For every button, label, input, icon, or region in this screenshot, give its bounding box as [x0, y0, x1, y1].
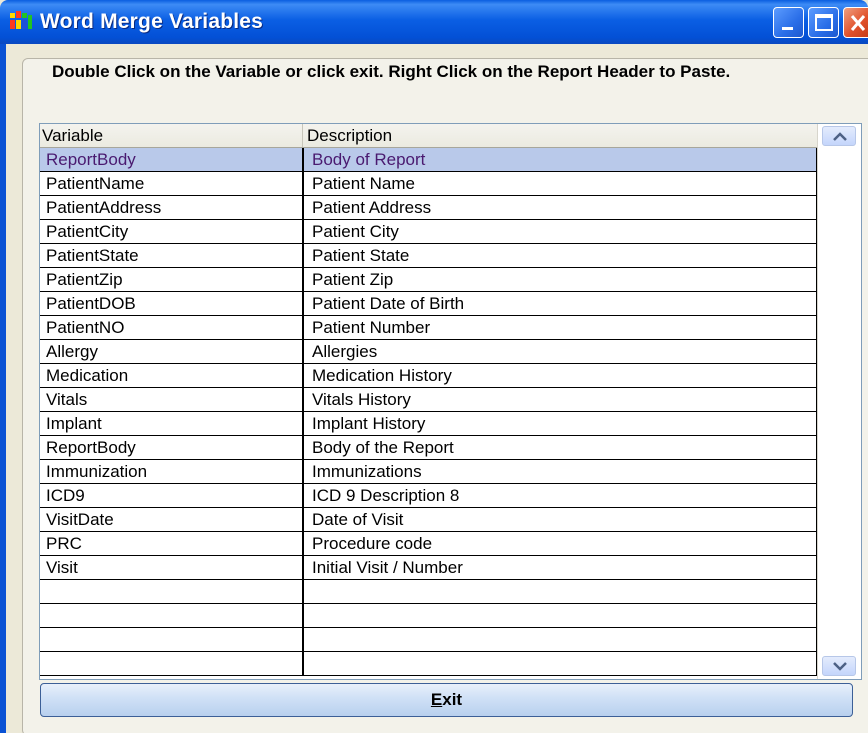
variable-cell[interactable]: PatientCity [40, 220, 304, 244]
description-cell[interactable]: Body of the Report [304, 436, 817, 460]
description-cell[interactable]: Procedure code [304, 532, 817, 556]
table-row[interactable]: PatientName Patient Name [40, 172, 817, 196]
description-cell[interactable]: Allergies [304, 340, 817, 364]
table-row[interactable]: Allergy Allergies [40, 340, 817, 364]
table-row[interactable] [40, 628, 817, 652]
description-cell[interactable] [304, 652, 817, 676]
variable-cell[interactable]: PatientName [40, 172, 304, 196]
close-icon [850, 15, 866, 31]
variable-cell[interactable] [40, 580, 304, 604]
variable-cell[interactable]: Medication [40, 364, 304, 388]
variable-cell[interactable]: Allergy [40, 340, 304, 364]
vertical-scrollbar[interactable] [817, 124, 861, 679]
table-row[interactable]: ReportBody Body of Report [40, 148, 817, 172]
description-cell[interactable] [304, 580, 817, 604]
scroll-down-icon [833, 662, 847, 671]
variable-cell[interactable] [40, 652, 304, 676]
description-cell[interactable]: Immunizations [304, 460, 817, 484]
variable-cell[interactable]: PatientDOB [40, 292, 304, 316]
description-cell[interactable]: Implant History [304, 412, 817, 436]
description-cell[interactable]: Patient Name [304, 172, 817, 196]
scroll-up-button[interactable] [822, 126, 856, 146]
variables-grid[interactable]: Variable Description ReportBody Body of R… [39, 123, 862, 680]
description-cell[interactable]: Patient Address [304, 196, 817, 220]
description-cell[interactable]: Medication History [304, 364, 817, 388]
word-merge-variables-window: Word Merge Variables Double Click on the… [0, 0, 868, 733]
table-row[interactable]: Visit Initial Visit / Number [40, 556, 817, 580]
variable-cell[interactable] [40, 628, 304, 652]
table-row[interactable]: Medication Medication History [40, 364, 817, 388]
description-cell[interactable]: Patient City [304, 220, 817, 244]
table-row[interactable]: Immunization Immunizations [40, 460, 817, 484]
column-header-variable[interactable]: Variable [40, 124, 303, 147]
variable-cell[interactable]: Visit [40, 556, 304, 580]
table-row[interactable] [40, 652, 817, 676]
table-row[interactable]: PRC Procedure code [40, 532, 817, 556]
variable-cell[interactable]: Immunization [40, 460, 304, 484]
description-cell[interactable]: Vitals History [304, 388, 817, 412]
column-header-description[interactable]: Description [303, 124, 817, 147]
table-row[interactable]: PatientZip Patient Zip [40, 268, 817, 292]
variable-cell[interactable]: PatientNO [40, 316, 304, 340]
maximize-button[interactable] [808, 7, 839, 38]
description-cell[interactable]: ICD 9 Description 8 [304, 484, 817, 508]
variable-cell[interactable]: PatientZip [40, 268, 304, 292]
description-cell[interactable]: Patient Zip [304, 268, 817, 292]
minimize-icon [782, 27, 793, 30]
table-row[interactable]: PatientAddress Patient Address [40, 196, 817, 220]
table-row[interactable]: PatientCity Patient City [40, 220, 817, 244]
variable-cell[interactable]: ReportBody [40, 436, 304, 460]
variable-cell[interactable]: PatientState [40, 244, 304, 268]
description-cell[interactable]: Initial Visit / Number [304, 556, 817, 580]
variable-cell[interactable]: ReportBody [40, 148, 304, 172]
description-cell[interactable]: Patient State [304, 244, 817, 268]
minimize-button[interactable] [773, 7, 804, 38]
table-row[interactable]: VisitDate Date of Visit [40, 508, 817, 532]
table-row[interactable]: ReportBody Body of the Report [40, 436, 817, 460]
table-row[interactable]: Vitals Vitals History [40, 388, 817, 412]
variable-cell[interactable]: Vitals [40, 388, 304, 412]
exit-button[interactable]: Exit [40, 683, 853, 717]
variable-cell[interactable]: PRC [40, 532, 304, 556]
table-row[interactable]: Implant Implant History [40, 412, 817, 436]
description-cell[interactable]: Patient Number [304, 316, 817, 340]
table-row[interactable]: PatientState Patient State [40, 244, 817, 268]
table-row[interactable] [40, 604, 817, 628]
variable-cell[interactable]: PatientAddress [40, 196, 304, 220]
window-title: Word Merge Variables [40, 10, 264, 33]
description-cell[interactable]: Date of Visit [304, 508, 817, 532]
variable-cell[interactable] [40, 604, 304, 628]
title-bar[interactable]: Word Merge Variables [0, 0, 868, 44]
exit-label: xit [442, 690, 463, 709]
instructions-text: Double Click on the Variable or click ex… [52, 62, 731, 81]
close-button[interactable] [843, 7, 868, 38]
scroll-down-button[interactable] [822, 656, 856, 676]
variable-cell[interactable]: VisitDate [40, 508, 304, 532]
table-row[interactable]: PatientDOB Patient Date of Birth [40, 292, 817, 316]
description-cell[interactable] [304, 628, 817, 652]
table-row[interactable]: PatientNO Patient Number [40, 316, 817, 340]
variable-cell[interactable]: ICD9 [40, 484, 304, 508]
grid-header: Variable Description [40, 124, 817, 148]
exit-mnemonic: E [430, 690, 443, 709]
description-cell[interactable]: Patient Date of Birth [304, 292, 817, 316]
variable-cell[interactable]: Implant [40, 412, 304, 436]
maximize-icon [815, 14, 833, 31]
table-row[interactable]: ICD9 ICD 9 Description 8 [40, 484, 817, 508]
app-icon [10, 11, 32, 31]
table-row[interactable] [40, 580, 817, 604]
description-cell[interactable]: Body of Report [304, 148, 817, 172]
scroll-up-icon [833, 132, 847, 141]
description-cell[interactable] [304, 604, 817, 628]
